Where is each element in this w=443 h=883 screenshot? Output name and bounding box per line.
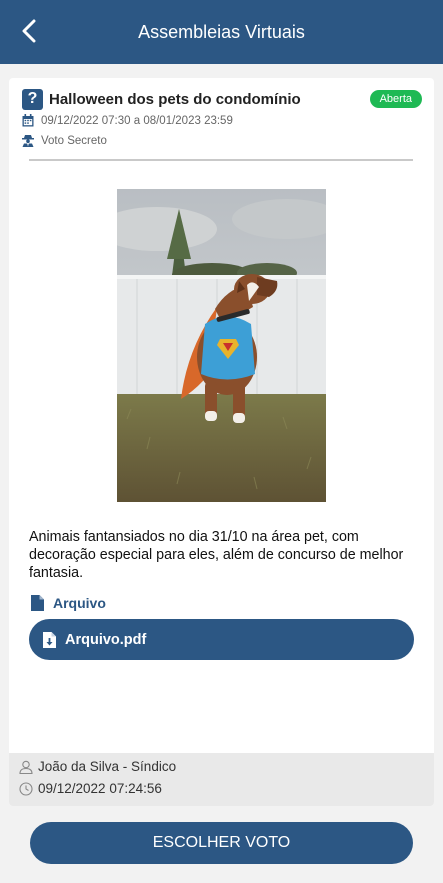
assembly-image — [117, 189, 326, 502]
created-datetime: 09/12/2022 07:24:56 — [38, 781, 162, 796]
header-divider — [29, 159, 413, 161]
top-app-bar: Assembleias Virtuais — [0, 0, 443, 64]
question-icon: ? — [22, 88, 43, 110]
datetime-row: 09/12/2022 07:24:56 — [19, 781, 162, 796]
page-title: Assembleias Virtuais — [138, 21, 305, 42]
calendar-icon — [22, 114, 34, 127]
assembly-period-row: 09/12/2022 07:30 a 08/01/2023 23:59 — [22, 114, 233, 127]
secret-agent-icon — [22, 135, 34, 147]
author-name: João da Silva - Síndico — [38, 759, 177, 774]
author-row: João da Silva - Síndico — [19, 759, 176, 774]
chevron-left-icon — [22, 19, 36, 43]
file-download-icon — [43, 631, 56, 648]
assembly-header: ? Halloween dos pets do condomínio Abert… — [22, 88, 422, 110]
file-section-label: Arquivo — [31, 595, 106, 611]
assembly-description: Animais fantansiados no dia 31/10 na áre… — [29, 529, 404, 581]
file-name: Arquivo.pdf — [65, 631, 147, 648]
status-badge: Aberta — [369, 90, 422, 108]
assembly-card: ? Halloween dos pets do condomínio Abert… — [9, 78, 434, 806]
vote-type-row: Voto Secreto — [22, 134, 107, 147]
choose-vote-button[interactable]: ESCOLHER VOTO — [30, 822, 413, 864]
author-info: João da Silva - Síndico 09/12/2022 07:24… — [9, 753, 434, 806]
file-icon — [31, 595, 44, 611]
user-icon — [19, 760, 33, 774]
clock-icon — [19, 781, 33, 796]
assembly-period: 09/12/2022 07:30 a 08/01/2023 23:59 — [41, 114, 233, 127]
file-section-text: Arquivo — [53, 595, 106, 611]
vote-type: Voto Secreto — [41, 134, 107, 147]
back-button[interactable] — [14, 16, 44, 46]
assembly-title: Halloween dos pets do condomínio — [49, 90, 301, 108]
download-file-button[interactable]: Arquivo.pdf — [29, 619, 414, 660]
